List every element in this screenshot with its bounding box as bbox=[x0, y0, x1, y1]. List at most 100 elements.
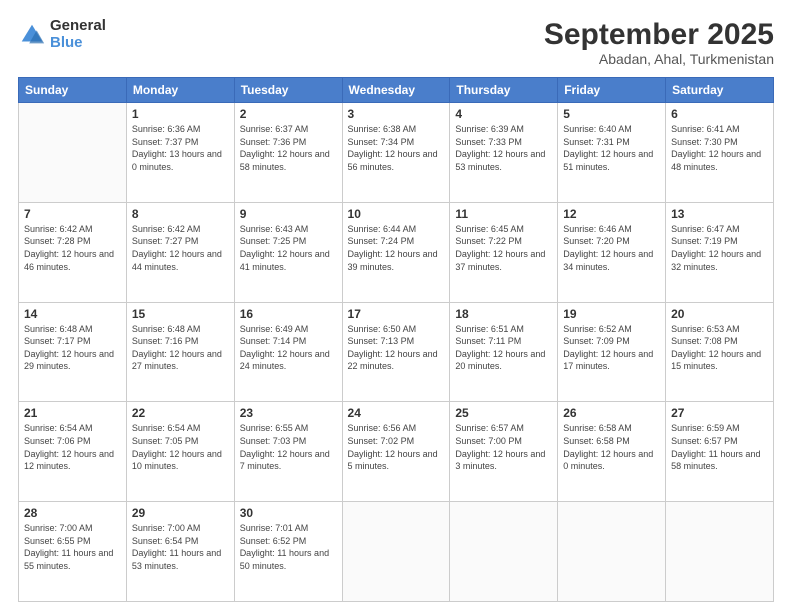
calendar-cell: 19 Sunrise: 6:52 AMSunset: 7:09 PMDayligh… bbox=[558, 302, 666, 402]
day-number: 5 bbox=[563, 107, 660, 121]
day-number: 16 bbox=[240, 307, 337, 321]
calendar-cell: 24 Sunrise: 6:56 AMSunset: 7:02 PMDayligh… bbox=[342, 402, 450, 502]
day-info: Sunrise: 6:45 AMSunset: 7:22 PMDaylight:… bbox=[455, 223, 552, 273]
page: General Blue September 2025 Abadan, Ahal… bbox=[0, 0, 792, 612]
day-number: 24 bbox=[348, 406, 445, 420]
calendar-cell: 18Sunrise: 6:51 AMSunset: 7:11 PMDayligh… bbox=[450, 302, 558, 402]
day-info: Sunrise: 6:42 AMSunset: 7:28 PMDaylight:… bbox=[24, 223, 121, 273]
day-info: Sunrise: 6:58 AMSunset: 6:58 PMDaylight:… bbox=[563, 422, 660, 472]
day-info: Sunrise: 6:44 AMSunset: 7:24 PMDaylight:… bbox=[348, 223, 445, 273]
day-info: Sunrise: 6:47 AMSunset: 7:19 PMDaylight:… bbox=[671, 223, 768, 273]
col-saturday: Saturday bbox=[666, 78, 774, 103]
calendar-cell: 13 Sunrise: 6:47 AMSunset: 7:19 PMDayligh… bbox=[666, 202, 774, 302]
calendar-cell: 17Sunrise: 6:50 AMSunset: 7:13 PMDayligh… bbox=[342, 302, 450, 402]
day-number: 3 bbox=[348, 107, 445, 121]
calendar-cell bbox=[342, 502, 450, 602]
logo-blue: Blue bbox=[50, 35, 106, 52]
day-number: 20 bbox=[671, 307, 768, 321]
day-info: Sunrise: 6:42 AMSunset: 7:27 PMDaylight:… bbox=[132, 223, 229, 273]
calendar-subtitle: Abadan, Ahal, Turkmenistan bbox=[544, 51, 774, 67]
day-info: Sunrise: 6:40 AMSunset: 7:31 PMDaylight:… bbox=[563, 123, 660, 173]
day-info: Sunrise: 6:59 AMSunset: 6:57 PMDaylight:… bbox=[671, 422, 768, 472]
day-number: 9 bbox=[240, 207, 337, 221]
day-info: Sunrise: 6:53 AMSunset: 7:08 PMDaylight:… bbox=[671, 323, 768, 373]
day-number: 30 bbox=[240, 506, 337, 520]
day-info: Sunrise: 6:49 AMSunset: 7:14 PMDaylight:… bbox=[240, 323, 337, 373]
day-number: 12 bbox=[563, 207, 660, 221]
table-row: 28 Sunrise: 7:00 AMSunset: 6:55 PMDayligh… bbox=[19, 502, 774, 602]
calendar-cell: 12 Sunrise: 6:46 AMSunset: 7:20 PMDayligh… bbox=[558, 202, 666, 302]
logo-text: General Blue bbox=[50, 18, 106, 51]
day-number: 2 bbox=[240, 107, 337, 121]
day-number: 21 bbox=[24, 406, 121, 420]
table-row: 21Sunrise: 6:54 AMSunset: 7:06 PMDayligh… bbox=[19, 402, 774, 502]
calendar-cell: 10Sunrise: 6:44 AMSunset: 7:24 PMDayligh… bbox=[342, 202, 450, 302]
calendar-title: September 2025 bbox=[544, 18, 774, 51]
day-number: 26 bbox=[563, 406, 660, 420]
day-number: 17 bbox=[348, 307, 445, 321]
calendar-cell: 6 Sunrise: 6:41 AMSunset: 7:30 PMDaylight… bbox=[666, 103, 774, 203]
day-number: 6 bbox=[671, 107, 768, 121]
calendar-cell: 7 Sunrise: 6:42 AMSunset: 7:28 PMDaylight… bbox=[19, 202, 127, 302]
calendar-cell: 16 Sunrise: 6:49 AMSunset: 7:14 PMDayligh… bbox=[234, 302, 342, 402]
day-info: Sunrise: 6:52 AMSunset: 7:09 PMDaylight:… bbox=[563, 323, 660, 373]
col-sunday: Sunday bbox=[19, 78, 127, 103]
day-number: 28 bbox=[24, 506, 121, 520]
header: General Blue September 2025 Abadan, Ahal… bbox=[18, 18, 774, 67]
day-info: Sunrise: 6:39 AMSunset: 7:33 PMDaylight:… bbox=[455, 123, 552, 173]
day-info: Sunrise: 7:01 AMSunset: 6:52 PMDaylight:… bbox=[240, 522, 337, 572]
calendar-cell: 11 Sunrise: 6:45 AMSunset: 7:22 PMDayligh… bbox=[450, 202, 558, 302]
col-tuesday: Tuesday bbox=[234, 78, 342, 103]
day-info: Sunrise: 6:48 AMSunset: 7:16 PMDaylight:… bbox=[132, 323, 229, 373]
day-number: 11 bbox=[455, 207, 552, 221]
col-monday: Monday bbox=[126, 78, 234, 103]
day-info: Sunrise: 6:43 AMSunset: 7:25 PMDaylight:… bbox=[240, 223, 337, 273]
day-number: 1 bbox=[132, 107, 229, 121]
day-number: 23 bbox=[240, 406, 337, 420]
title-block: September 2025 Abadan, Ahal, Turkmenista… bbox=[544, 18, 774, 67]
calendar-cell: 20 Sunrise: 6:53 AMSunset: 7:08 PMDayligh… bbox=[666, 302, 774, 402]
day-number: 14 bbox=[24, 307, 121, 321]
day-info: Sunrise: 6:46 AMSunset: 7:20 PMDaylight:… bbox=[563, 223, 660, 273]
table-row: 1 Sunrise: 6:36 AMSunset: 7:37 PMDaylight… bbox=[19, 103, 774, 203]
day-number: 22 bbox=[132, 406, 229, 420]
logo: General Blue bbox=[18, 18, 106, 51]
col-wednesday: Wednesday bbox=[342, 78, 450, 103]
calendar-cell: 9 Sunrise: 6:43 AMSunset: 7:25 PMDaylight… bbox=[234, 202, 342, 302]
day-info: Sunrise: 6:55 AMSunset: 7:03 PMDaylight:… bbox=[240, 422, 337, 472]
calendar-cell: 15Sunrise: 6:48 AMSunset: 7:16 PMDayligh… bbox=[126, 302, 234, 402]
calendar-cell: 28 Sunrise: 7:00 AMSunset: 6:55 PMDayligh… bbox=[19, 502, 127, 602]
day-info: Sunrise: 6:37 AMSunset: 7:36 PMDaylight:… bbox=[240, 123, 337, 173]
day-info: Sunrise: 6:51 AMSunset: 7:11 PMDaylight:… bbox=[455, 323, 552, 373]
col-friday: Friday bbox=[558, 78, 666, 103]
day-number: 25 bbox=[455, 406, 552, 420]
day-info: Sunrise: 6:36 AMSunset: 7:37 PMDaylight:… bbox=[132, 123, 229, 173]
day-info: Sunrise: 6:54 AMSunset: 7:05 PMDaylight:… bbox=[132, 422, 229, 472]
calendar-cell: 27 Sunrise: 6:59 AMSunset: 6:57 PMDayligh… bbox=[666, 402, 774, 502]
calendar-cell: 2 Sunrise: 6:37 AMSunset: 7:36 PMDaylight… bbox=[234, 103, 342, 203]
calendar-cell: 14Sunrise: 6:48 AMSunset: 7:17 PMDayligh… bbox=[19, 302, 127, 402]
day-number: 8 bbox=[132, 207, 229, 221]
logo-icon bbox=[18, 21, 46, 49]
day-number: 19 bbox=[563, 307, 660, 321]
calendar-cell: 23 Sunrise: 6:55 AMSunset: 7:03 PMDayligh… bbox=[234, 402, 342, 502]
calendar-cell: 3Sunrise: 6:38 AMSunset: 7:34 PMDaylight… bbox=[342, 103, 450, 203]
day-number: 4 bbox=[455, 107, 552, 121]
day-info: Sunrise: 6:41 AMSunset: 7:30 PMDaylight:… bbox=[671, 123, 768, 173]
day-number: 29 bbox=[132, 506, 229, 520]
calendar-cell: 4 Sunrise: 6:39 AMSunset: 7:33 PMDaylight… bbox=[450, 103, 558, 203]
day-info: Sunrise: 6:56 AMSunset: 7:02 PMDaylight:… bbox=[348, 422, 445, 472]
day-number: 27 bbox=[671, 406, 768, 420]
day-number: 13 bbox=[671, 207, 768, 221]
calendar-cell: 21Sunrise: 6:54 AMSunset: 7:06 PMDayligh… bbox=[19, 402, 127, 502]
calendar-cell bbox=[19, 103, 127, 203]
day-info: Sunrise: 7:00 AMSunset: 6:55 PMDaylight:… bbox=[24, 522, 121, 572]
calendar-cell: 8 Sunrise: 6:42 AMSunset: 7:27 PMDaylight… bbox=[126, 202, 234, 302]
header-row: Sunday Monday Tuesday Wednesday Thursday… bbox=[19, 78, 774, 103]
day-info: Sunrise: 7:00 AMSunset: 6:54 PMDaylight:… bbox=[132, 522, 229, 572]
calendar-table: Sunday Monday Tuesday Wednesday Thursday… bbox=[18, 77, 774, 602]
col-thursday: Thursday bbox=[450, 78, 558, 103]
day-number: 7 bbox=[24, 207, 121, 221]
calendar-cell: 5 Sunrise: 6:40 AMSunset: 7:31 PMDaylight… bbox=[558, 103, 666, 203]
calendar-cell bbox=[450, 502, 558, 602]
